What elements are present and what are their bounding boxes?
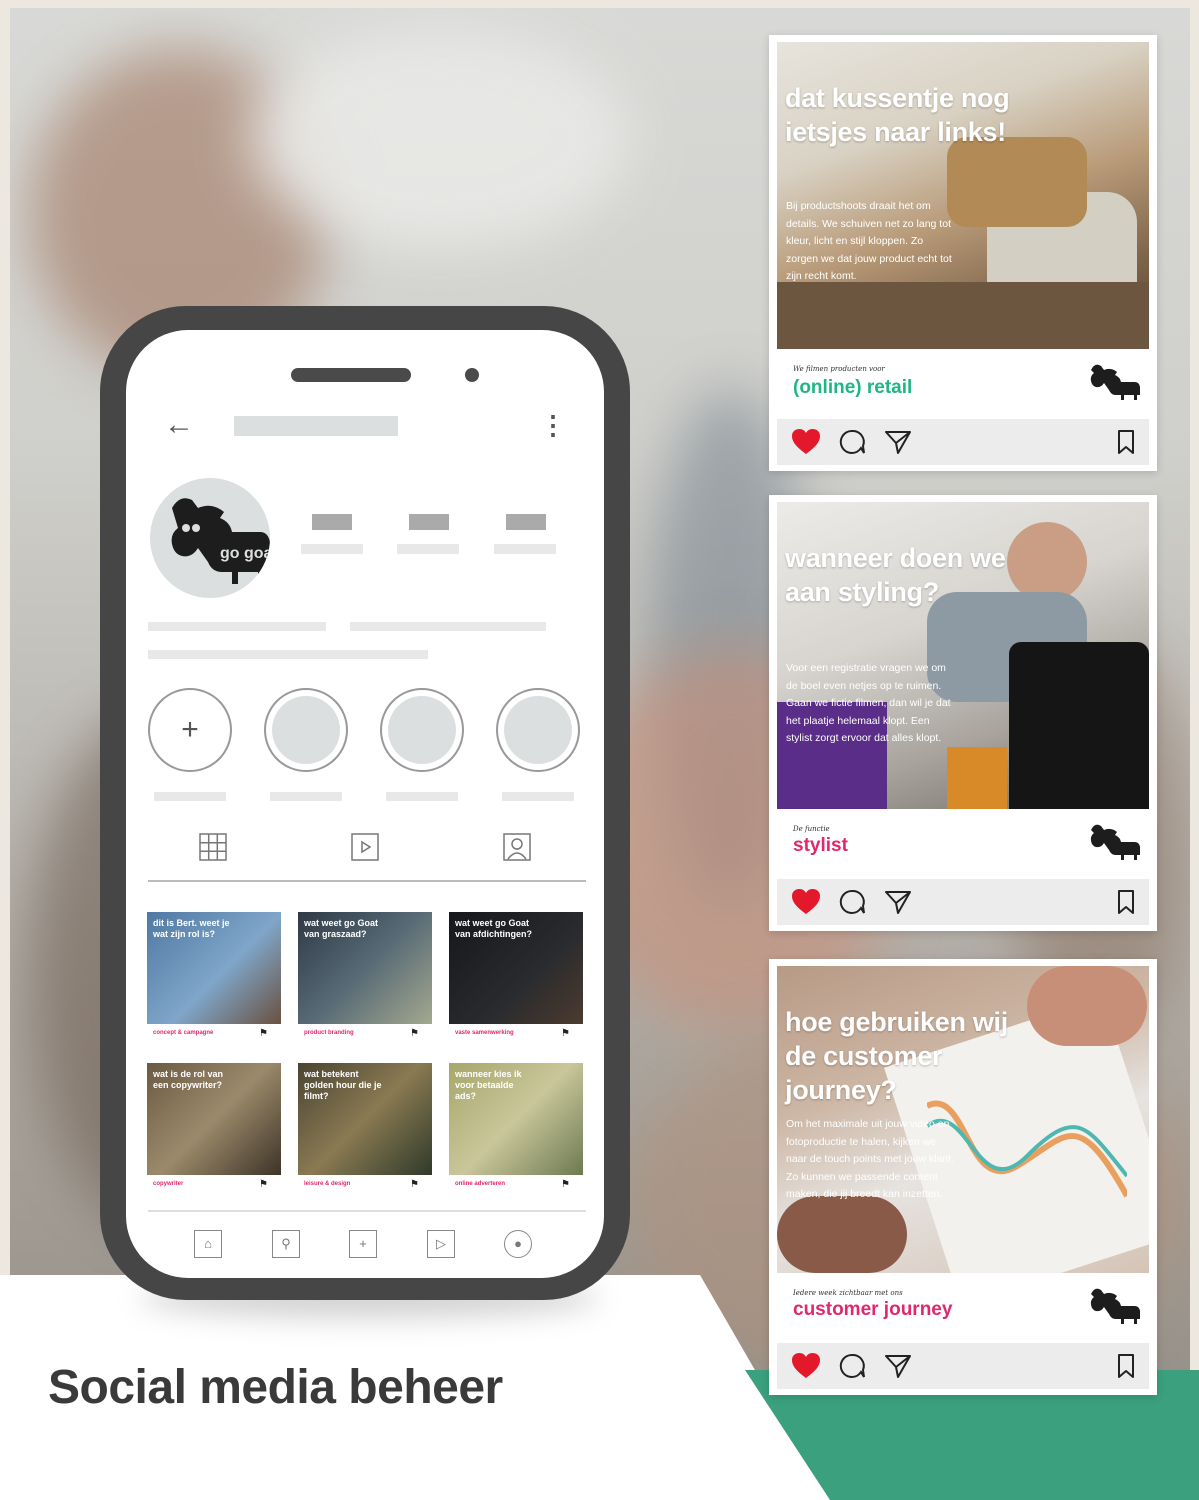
card-tagline: Iedere week zichtbaar met ons <box>793 1289 903 1297</box>
goat-logo-icon: ⚑ <box>259 1179 268 1190</box>
stat-followers-label <box>397 544 459 554</box>
card-tagline: We filmen producten voor <box>793 365 885 373</box>
tagged-icon[interactable] <box>502 832 532 862</box>
journey-curve-shape <box>927 1100 1127 1198</box>
stage: Social media beheer ← ⋮ go goat <box>0 0 1199 1500</box>
comment-icon[interactable] <box>837 428 867 456</box>
stat-following-label <box>494 544 556 554</box>
hand-shape <box>777 1196 907 1273</box>
card-body: Bij productshoots draait het om details.… <box>786 200 952 282</box>
post-card[interactable]: wanneer doen we aan styling? Voor een re… <box>769 495 1157 931</box>
heart-icon[interactable] <box>791 1352 821 1380</box>
grid-post[interactable]: wat betekent golden hour die je filmt? l… <box>298 1063 432 1196</box>
share-icon[interactable] <box>883 428 913 456</box>
search-icon[interactable]: ⚲ <box>272 1230 300 1258</box>
story-highlight[interactable] <box>496 688 580 772</box>
card-tagline: De functie <box>793 825 830 833</box>
bookmark-icon[interactable] <box>1111 1352 1141 1380</box>
goat-logo-icon: ⚑ <box>259 1028 268 1039</box>
card-headline: dat kussentje nog ietsjes naar links! <box>785 83 1010 147</box>
profile-name-placeholder <box>234 416 398 436</box>
comment-icon[interactable] <box>837 888 867 916</box>
new-highlight-button[interactable]: + <box>148 688 232 772</box>
garment-shape <box>947 747 1007 809</box>
bio-line <box>148 622 326 631</box>
home-icon[interactable]: ⌂ <box>194 1230 222 1258</box>
grid-post[interactable]: wanneer kies ik voor betaalde ads? onlin… <box>449 1063 583 1196</box>
add-icon[interactable]: + <box>349 1230 377 1258</box>
share-icon[interactable] <box>883 1352 913 1380</box>
post-card[interactable]: hoe gebruiken wij de customer journey? O… <box>769 959 1157 1395</box>
goat-logo-icon <box>1090 824 1140 860</box>
back-arrow-icon[interactable]: ← <box>164 410 194 440</box>
bottom-nav-divider <box>148 1210 586 1212</box>
stat-followers-value <box>409 514 449 530</box>
post-action-bar <box>777 419 1149 465</box>
grid-post[interactable]: dit is Bert. weet je wat zijn rol is? co… <box>147 912 281 1045</box>
stat-posts-value <box>312 514 352 530</box>
play-icon[interactable]: ▷ <box>427 1230 455 1258</box>
tab-divider <box>148 880 586 882</box>
goat-logo-icon: ⚑ <box>410 1179 419 1190</box>
goat-logo-icon: go goat <box>171 498 270 584</box>
highlight-label <box>154 792 226 801</box>
post-action-bar <box>777 1343 1149 1389</box>
highlight-label <box>270 792 342 801</box>
profile-icon[interactable]: ● <box>504 1230 532 1258</box>
grid-post[interactable]: wat is de rol van een copywriter? copywr… <box>147 1063 281 1196</box>
phone-speaker <box>291 368 411 382</box>
bench-shape <box>777 282 1149 349</box>
story-highlight[interactable] <box>264 688 348 772</box>
highlight-label <box>502 792 574 801</box>
bookmark-icon[interactable] <box>1111 888 1141 916</box>
stat-following-value <box>506 514 546 530</box>
card-category: customer journey <box>793 1299 953 1320</box>
heart-icon[interactable] <box>791 428 821 456</box>
share-icon[interactable] <box>883 888 913 916</box>
garment-shape <box>1009 642 1149 809</box>
phone-mockup: ← ⋮ go goat + <box>100 306 630 1300</box>
post-card[interactable]: dat kussentje nog ietsjes naar links! Bi… <box>769 35 1157 471</box>
kebab-menu-icon[interactable]: ⋮ <box>540 410 566 440</box>
heart-icon[interactable] <box>791 888 821 916</box>
avatar-logo-text: go goat <box>220 545 270 562</box>
bio-line <box>350 622 546 631</box>
grid-icon[interactable] <box>198 832 228 862</box>
story-highlight[interactable] <box>380 688 464 772</box>
card-body: Om het maximale uit jouw video en fotopr… <box>786 1118 955 1200</box>
card-category: (online) retail <box>793 377 913 398</box>
card-headline: wanneer doen we aan styling? <box>785 543 1006 607</box>
post-action-bar <box>777 879 1149 925</box>
goat-logo-icon <box>1090 1288 1140 1324</box>
plus-icon: + <box>181 713 199 746</box>
grid-post[interactable]: wat weet go Goat van graszaad? product b… <box>298 912 432 1045</box>
bio-line <box>148 650 428 659</box>
highlight-label <box>386 792 458 801</box>
cushion-shape <box>947 137 1087 227</box>
phone-camera <box>465 368 479 382</box>
goat-logo-icon: ⚑ <box>410 1028 419 1039</box>
reels-icon[interactable] <box>350 832 380 862</box>
card-category: stylist <box>793 835 848 856</box>
goat-logo-icon <box>1090 364 1140 400</box>
bookmark-icon[interactable] <box>1111 428 1141 456</box>
page-title: Social media beheer <box>48 1361 503 1414</box>
stat-posts-label <box>301 544 363 554</box>
phone-screen: ← ⋮ go goat + <box>126 330 604 1278</box>
goat-logo-icon: ⚑ <box>561 1028 570 1039</box>
avatar[interactable]: go goat <box>150 478 270 598</box>
hand-shape <box>1027 966 1147 1046</box>
card-headline: hoe gebruiken wij de customer journey? <box>785 1007 1008 1105</box>
card-body: Voor een registratie vragen we om de boe… <box>786 662 951 744</box>
grid-post[interactable]: wat weet go Goat van afdichtingen? vaste… <box>449 912 583 1045</box>
comment-icon[interactable] <box>837 1352 867 1380</box>
goat-logo-icon: ⚑ <box>561 1179 570 1190</box>
